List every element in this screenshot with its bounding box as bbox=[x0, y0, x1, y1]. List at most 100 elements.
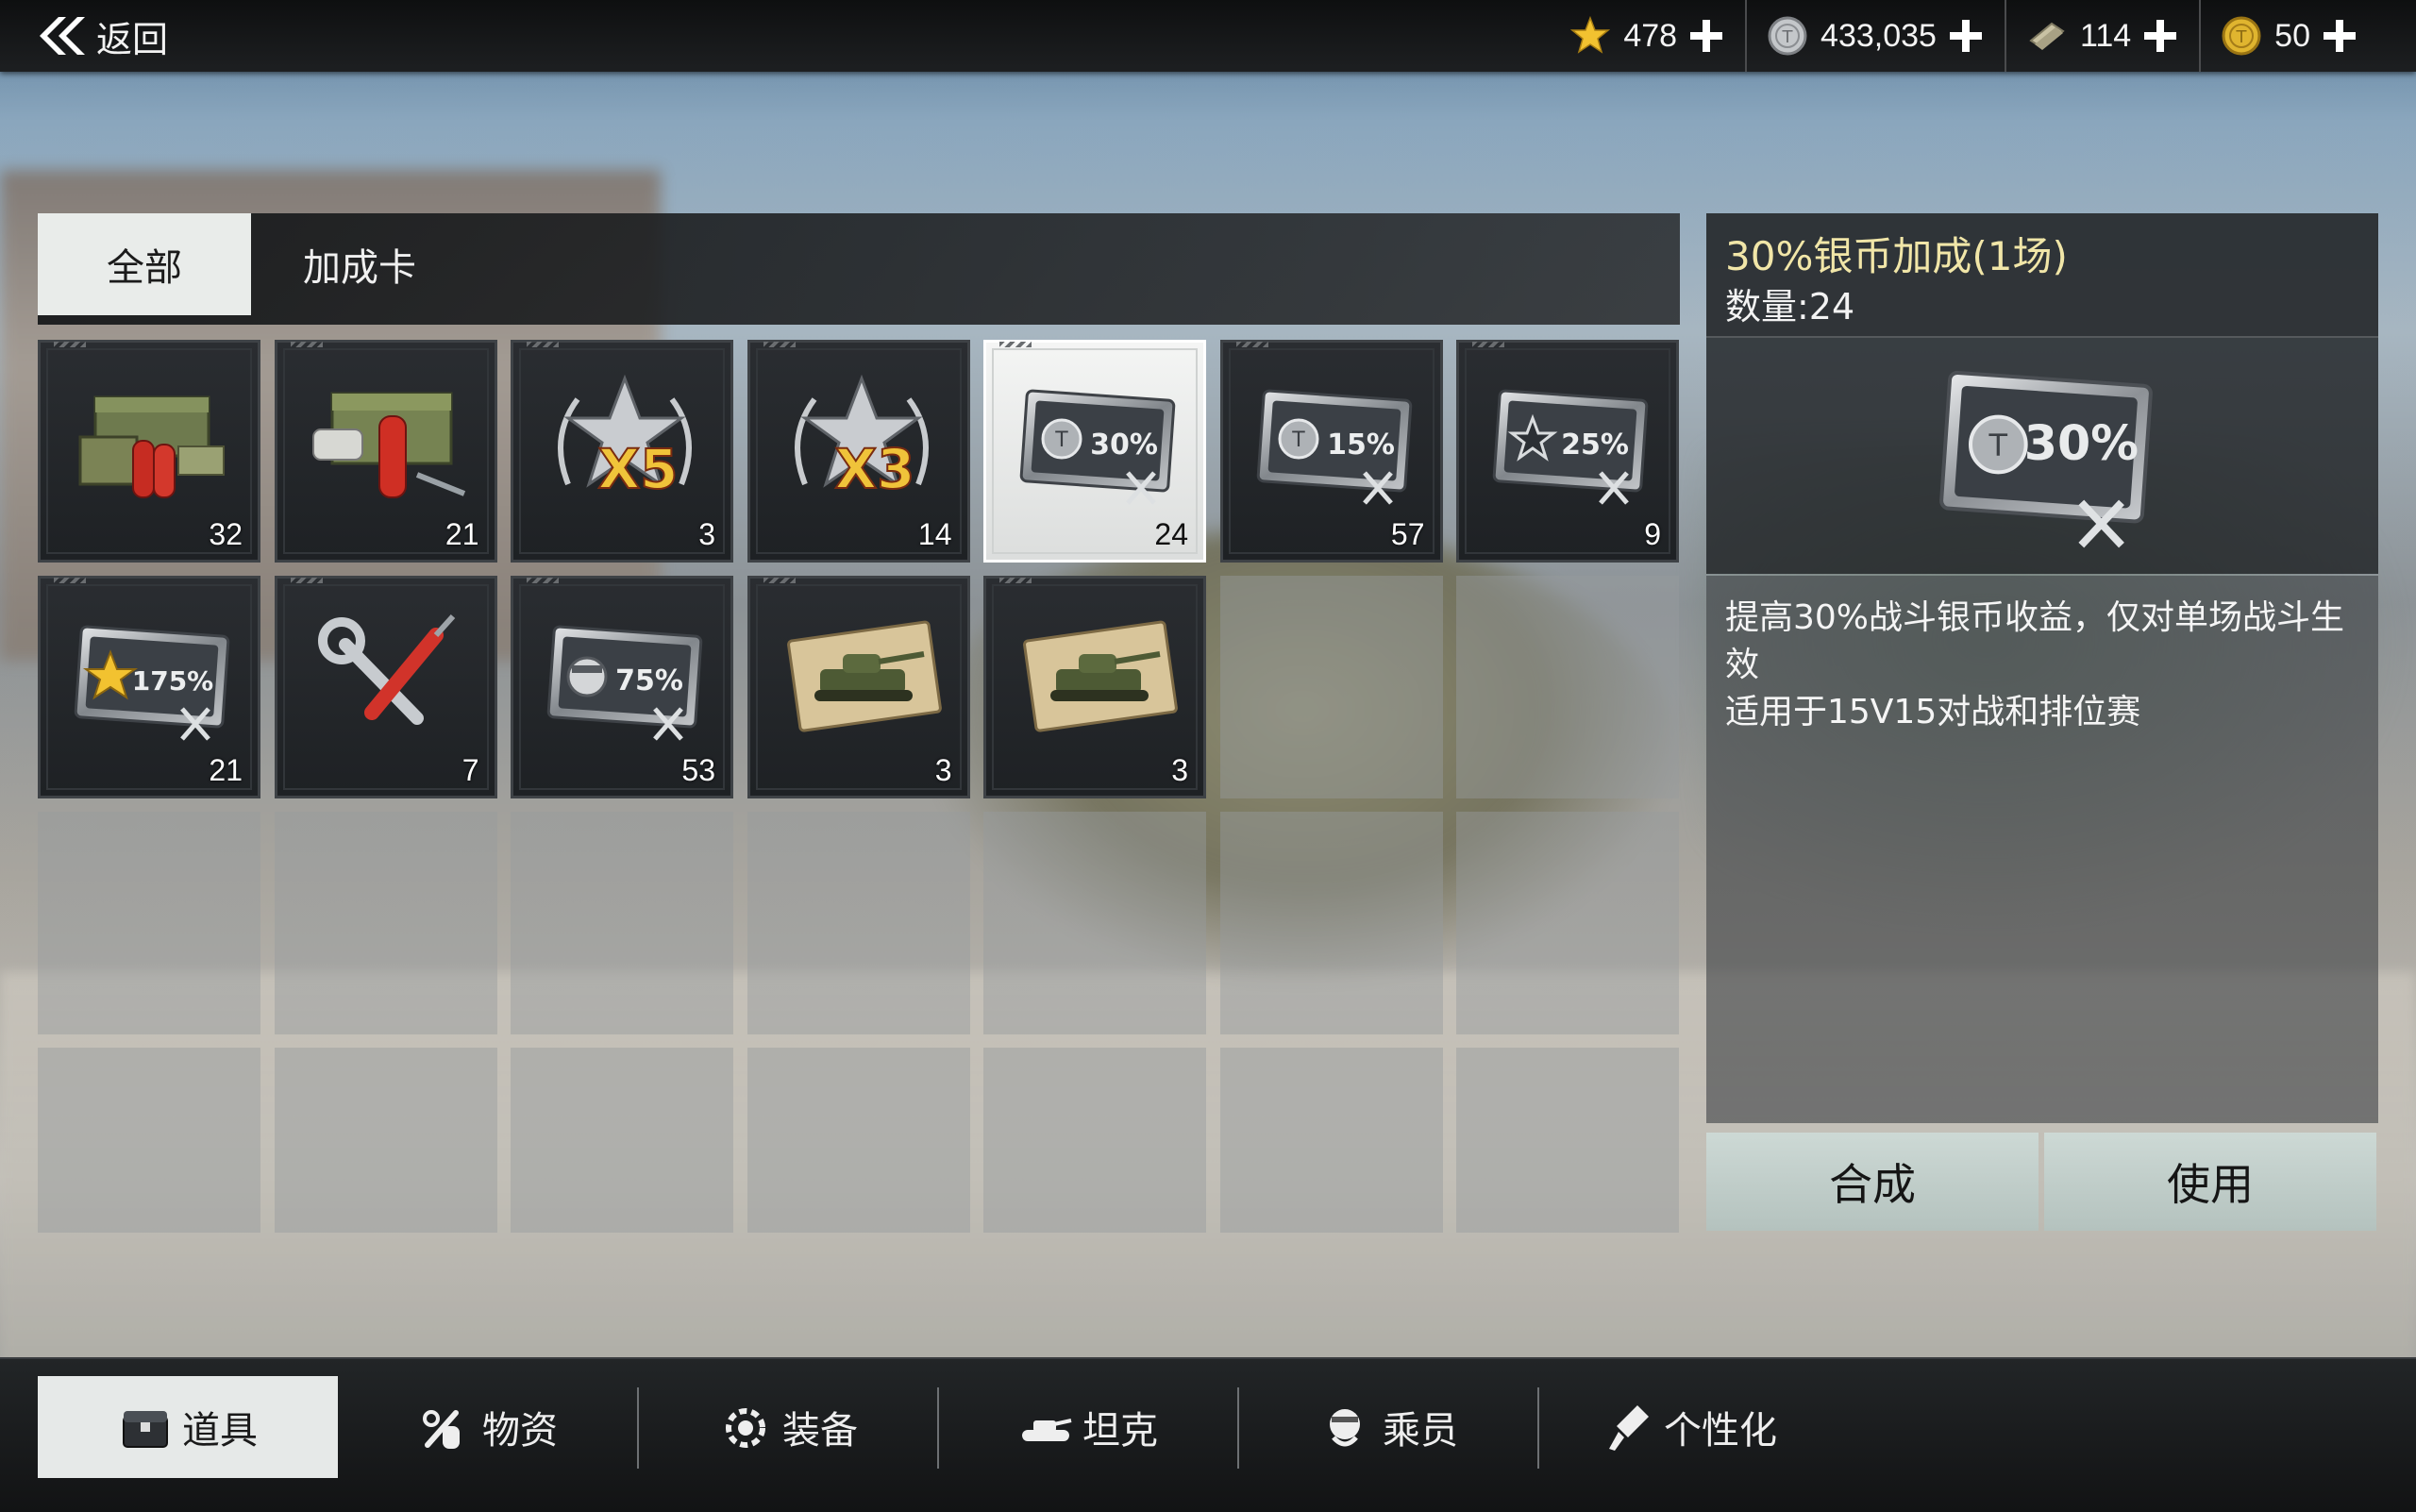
currency-free-xp: 114 bbox=[2004, 0, 2199, 72]
empty-inventory-slot bbox=[1219, 576, 1443, 798]
svg-text:T: T bbox=[1988, 428, 2008, 463]
empty-inventory-slot bbox=[274, 1048, 497, 1233]
empty-inventory-slot bbox=[747, 1048, 970, 1233]
inventory-slot[interactable]: X5 3 bbox=[511, 340, 733, 563]
item-count: 3 bbox=[934, 753, 952, 787]
nav-separator bbox=[637, 1387, 639, 1469]
compose-button[interactable]: 合成 bbox=[1706, 1133, 2038, 1231]
nav-tab-2[interactable]: 装备 bbox=[638, 1376, 938, 1478]
empty-inventory-slot bbox=[1219, 812, 1443, 1034]
item-count: 7 bbox=[461, 753, 479, 787]
item-count: 32 bbox=[209, 517, 243, 551]
gold-star-bonus-card-icon: 175% bbox=[74, 625, 230, 741]
nav-tab-5[interactable]: 个性化 bbox=[1538, 1376, 1838, 1478]
svg-text:X3: X3 bbox=[834, 437, 914, 501]
empty-inventory-slot bbox=[1219, 1048, 1443, 1233]
star-icon bbox=[1570, 16, 1611, 56]
use-button[interactable]: 使用 bbox=[2044, 1133, 2376, 1231]
inventory-slot[interactable]: 3 bbox=[983, 576, 1206, 798]
top-bar: 返回 478 T 433,035 114 T 50 bbox=[0, 0, 2416, 72]
add-stars-button[interactable] bbox=[1688, 18, 1724, 54]
svg-text:T: T bbox=[2236, 27, 2248, 47]
silver-bonus-card-icon: T 30% bbox=[1019, 389, 1176, 505]
nav-tab-1[interactable]: 物资 bbox=[338, 1376, 638, 1478]
item-count: 57 bbox=[1390, 517, 1425, 551]
category-tab-bar: 全部 加成卡 bbox=[38, 213, 1680, 325]
item-count: 14 bbox=[917, 517, 952, 551]
item-chest-icon bbox=[118, 1400, 173, 1454]
inventory-slot[interactable]: T 30% 24 bbox=[983, 340, 1206, 563]
svg-text:175%: 175% bbox=[132, 665, 214, 697]
inventory-slot[interactable]: 21 bbox=[274, 340, 497, 563]
item-count: 9 bbox=[1644, 517, 1661, 551]
nav-tab-4[interactable]: 乘员 bbox=[1238, 1376, 1538, 1478]
detail-image-area: T 30% bbox=[1706, 338, 2378, 574]
currency-silver: T 433,035 bbox=[1745, 0, 2005, 72]
inventory-slot[interactable]: 3 bbox=[747, 576, 970, 798]
inventory-slot[interactable]: 175% 21 bbox=[38, 576, 260, 798]
inventory-slot[interactable]: T 15% 57 bbox=[1219, 340, 1443, 563]
repair-kit-crate-icon bbox=[78, 395, 225, 498]
detail-description-area: 提高30%战斗银币收益，仅对单场战斗生效 适用于15V15对战和排位赛 bbox=[1706, 576, 2378, 1123]
empty-inventory-slot bbox=[511, 1048, 733, 1233]
gold-coin-icon: T bbox=[2222, 16, 2261, 56]
empty-inventory-slot bbox=[38, 1048, 260, 1233]
inventory-slot[interactable]: X3 14 bbox=[747, 340, 970, 563]
medkit-extinguisher-crate-icon bbox=[311, 392, 465, 498]
stars-value: 478 bbox=[1623, 17, 1678, 54]
description-line-2: 适用于15V15对战和排位赛 bbox=[1725, 693, 2141, 731]
nav-tab-0[interactable]: 道具 bbox=[38, 1376, 338, 1478]
double-chevron-left-icon bbox=[34, 15, 91, 57]
svg-text:T: T bbox=[1291, 428, 1305, 452]
empty-inventory-slot bbox=[1456, 576, 1679, 798]
silver-value: 433,035 bbox=[1820, 17, 1937, 54]
crew-icon bbox=[1318, 1400, 1373, 1454]
svg-text:25%: 25% bbox=[1561, 428, 1629, 462]
paint-brush-icon bbox=[1600, 1400, 1654, 1454]
back-button[interactable]: 返回 bbox=[34, 9, 168, 62]
svg-text:30%: 30% bbox=[2024, 415, 2139, 471]
nav-tab-3[interactable]: 坦克 bbox=[938, 1376, 1238, 1478]
svg-text:T: T bbox=[1782, 27, 1794, 47]
description-line-1: 提高30%战斗银币收益，仅对单场战斗生效 bbox=[1725, 598, 2345, 684]
inventory-slot[interactable]: 7 bbox=[274, 576, 497, 798]
tab-all[interactable]: 全部 bbox=[38, 213, 251, 315]
nav-tab-label: 装备 bbox=[782, 1409, 858, 1453]
add-gold-button[interactable] bbox=[2322, 18, 2357, 54]
item-count: 53 bbox=[681, 753, 715, 787]
tank-icon bbox=[1018, 1400, 1073, 1454]
currency-bar: 478 T 433,035 114 T 50 bbox=[1550, 0, 2378, 72]
wrench-screwdriver-icon bbox=[317, 613, 455, 725]
detail-quantity: 数量:24 bbox=[1725, 286, 1855, 328]
svg-text:15%: 15% bbox=[1327, 428, 1395, 462]
add-free-xp-button[interactable] bbox=[2142, 18, 2178, 54]
silver-coin-icon: T bbox=[1768, 16, 1807, 56]
empty-inventory-slot bbox=[1456, 1048, 1679, 1233]
nav-tab-label: 坦克 bbox=[1082, 1409, 1158, 1453]
star-bonus-card-icon: 25% bbox=[1492, 389, 1649, 505]
tank-ticket-icon bbox=[1023, 620, 1178, 732]
empty-inventory-slot bbox=[1456, 812, 1679, 1034]
tab-bonus-cards[interactable]: 加成卡 bbox=[251, 213, 468, 315]
item-detail-panel: 30%银币加成(1场) 数量:24 T 30% 提高30%战斗银币收益，仅对单场… bbox=[1706, 213, 2378, 1231]
empty-inventory-slot bbox=[747, 812, 970, 1034]
add-silver-button[interactable] bbox=[1948, 18, 1984, 54]
x5-star-bonus-icon: X5 bbox=[558, 374, 692, 502]
inventory-slot[interactable]: 32 bbox=[38, 340, 260, 563]
empty-inventory-slot bbox=[511, 812, 733, 1034]
x3-star-bonus-icon: X3 bbox=[794, 374, 929, 502]
svg-text:T: T bbox=[1054, 428, 1068, 452]
nav-tab-label: 道具 bbox=[182, 1409, 258, 1453]
inventory-slot[interactable]: 25% 9 bbox=[1456, 340, 1679, 563]
svg-text:75%: 75% bbox=[615, 664, 683, 697]
gold-value: 50 bbox=[2274, 17, 2310, 54]
detail-description: 提高30%战斗银币收益，仅对单场战斗生效 适用于15V15对战和排位赛 bbox=[1725, 595, 2357, 736]
inventory-slot[interactable]: 75% 53 bbox=[511, 576, 733, 798]
supplies-icon bbox=[418, 1400, 473, 1454]
empty-inventory-slot bbox=[38, 812, 260, 1034]
tank-ticket-icon bbox=[786, 620, 942, 732]
crew-helmet-bonus-card-icon: 75% bbox=[546, 625, 703, 741]
empty-inventory-slot bbox=[983, 812, 1206, 1034]
silver-bonus-card-icon: T 15% bbox=[1256, 389, 1412, 505]
item-count: 24 bbox=[1154, 517, 1188, 551]
